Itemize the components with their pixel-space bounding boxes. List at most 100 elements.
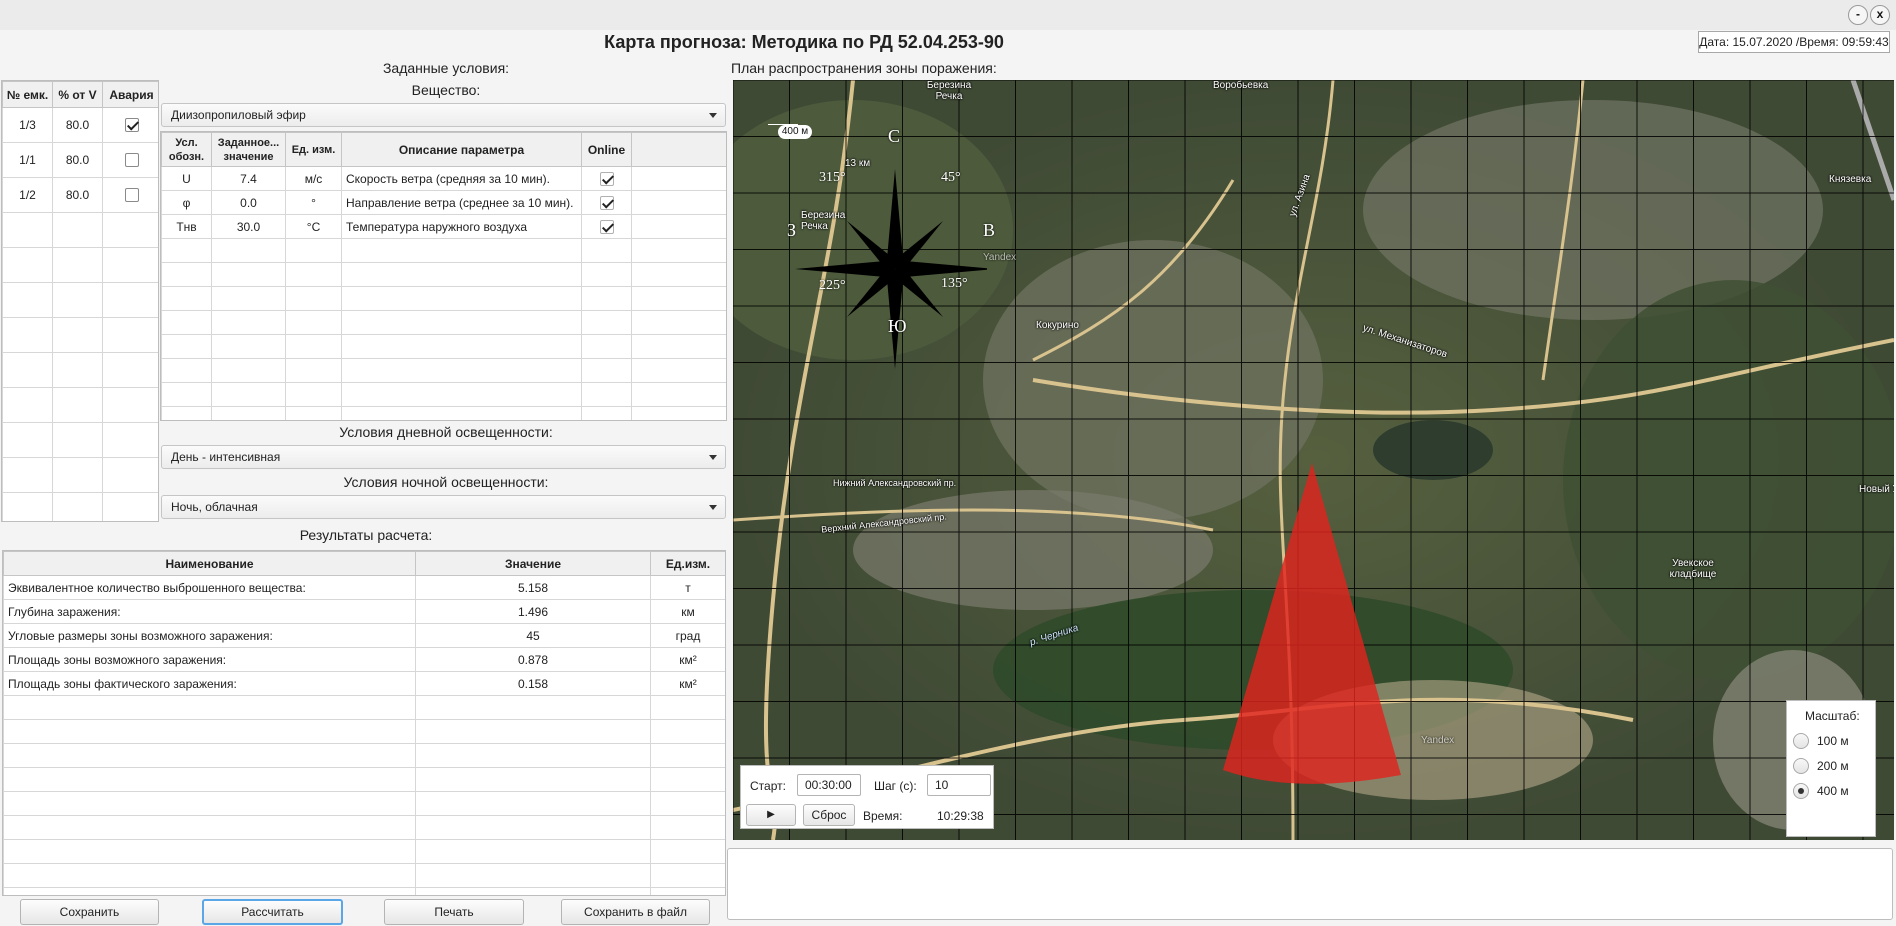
save-button[interactable]: Сохранить (20, 899, 159, 925)
empty-cell (341, 358, 582, 383)
empty-cell (2, 247, 53, 283)
table-row[interactable]: Глубина заражения: 1.496 км (3, 599, 725, 624)
tank-percent[interactable]: 80.0 (52, 142, 103, 178)
place-label: Новый Увек (1859, 484, 1894, 495)
day-conditions-select[interactable]: День - интенсивная (161, 445, 726, 469)
table-row (161, 262, 726, 287)
map-title: План распространения зоны поражения: (731, 60, 997, 76)
step-input[interactable]: 10 (927, 774, 991, 796)
substance-select[interactable]: Диизопропиловый эфир (161, 103, 726, 127)
table-row[interactable]: 1/3 80.0 (2, 107, 158, 143)
start-label: Старт: (750, 779, 786, 793)
empty-cell (211, 334, 286, 359)
table-row (2, 492, 158, 521)
table-row[interactable]: φ 0.0 ° Направление ветра (среднее за 10 ми… (161, 190, 726, 215)
print-button[interactable]: Печать (384, 899, 524, 925)
place-label: Кокурино (1036, 320, 1079, 331)
table-row[interactable]: Площадь зоны возможного заражения: 0.878 к… (3, 647, 725, 672)
day-conditions-value: День - интенсивная (171, 450, 281, 464)
empty-cell (650, 887, 725, 895)
empty-cell (415, 863, 651, 888)
column-header[interactable]: Усл. обозн. (161, 132, 212, 167)
table-row[interactable]: Эквивалентное количество выброшенного ве… (3, 575, 725, 600)
column-header[interactable]: Online (581, 132, 632, 167)
reset-button[interactable]: Сброс (803, 804, 855, 826)
empty-cell (161, 310, 212, 335)
table-row (3, 839, 725, 864)
online-checkbox[interactable] (599, 171, 614, 186)
empty-cell (650, 719, 725, 744)
place-label: Березина Речка (801, 210, 846, 232)
column-header[interactable]: % от V (52, 81, 103, 108)
empty-cell (161, 238, 212, 263)
table-row[interactable]: 1/1 80.0 (2, 142, 158, 178)
table-row[interactable]: Тнв 30.0 °С Температура наружного воздуха (161, 214, 726, 239)
param-description: Скорость ветра (средняя за 10 мин). (341, 166, 582, 191)
column-header[interactable]: Описание параметра (341, 132, 582, 167)
column-header[interactable]: Авария (102, 81, 158, 108)
table-row[interactable]: 1/2 80.0 (2, 177, 158, 213)
accident-checkbox[interactable] (124, 153, 139, 168)
empty-cell (631, 190, 726, 215)
map-view[interactable]: 400 м С Ю В З 45° 135° 225° 315° Березин… (733, 80, 1894, 840)
close-button[interactable]: x (1870, 5, 1890, 25)
empty-cell (415, 719, 651, 744)
empty-cell (52, 492, 103, 521)
compass-ne: 45° (941, 170, 961, 185)
column-header[interactable]: Значение (415, 551, 651, 576)
scale-radio-200[interactable] (1793, 758, 1809, 774)
param-value[interactable]: 0.0 (211, 190, 286, 215)
column-header[interactable]: Заданное... значение (211, 132, 286, 167)
empty-cell (285, 238, 342, 263)
table-row[interactable]: U 7.4 м/с Скорость ветра (средняя за 10 мин… (161, 166, 726, 191)
table-row[interactable]: Площадь зоны фактического заражения: 0.15… (3, 671, 725, 696)
forest-area (1563, 280, 1894, 680)
chevron-down-icon (709, 113, 717, 118)
empty-cell (211, 286, 286, 311)
table-row (2, 352, 158, 388)
tank-percent[interactable]: 80.0 (52, 107, 103, 143)
empty-cell (341, 382, 582, 407)
online-checkbox[interactable] (599, 195, 614, 210)
result-name: Площадь зоны возможного заражения: (3, 647, 416, 672)
minimize-button[interactable]: - (1848, 5, 1868, 25)
accident-checkbox[interactable] (124, 188, 139, 203)
column-header[interactable]: Ед.изм. (650, 551, 725, 576)
accident-checkbox[interactable] (124, 118, 139, 133)
empty-cell (341, 262, 582, 287)
scale-radio-100[interactable] (1793, 733, 1809, 749)
log-textarea[interactable] (727, 848, 1893, 920)
empty-cell (631, 382, 726, 407)
empty-cell (3, 815, 416, 840)
empty-cell (102, 247, 158, 283)
empty-cell (631, 214, 726, 239)
night-conditions-select[interactable]: Ночь, облачная (161, 495, 726, 519)
table-row (3, 815, 725, 840)
substance-value: Диизопропиловый эфир (171, 108, 306, 122)
result-unit: км (650, 599, 725, 624)
online-cell (581, 214, 632, 239)
table-row[interactable]: Угловые размеры зоны возможного заражени… (3, 623, 725, 648)
table-row (3, 695, 725, 720)
result-value: 5.158 (415, 575, 651, 600)
empty-cell (2, 492, 53, 521)
empty-cell (161, 406, 212, 420)
save-to-file-button[interactable]: Сохранить в файл (561, 899, 710, 925)
result-name: Эквивалентное количество выброшенного ве… (3, 575, 416, 600)
param-value[interactable]: 7.4 (211, 166, 286, 191)
empty-cell (581, 238, 632, 263)
calculate-button[interactable]: Рассчитать (202, 899, 343, 925)
tank-percent[interactable]: 80.0 (52, 177, 103, 213)
column-header[interactable]: № емк. (2, 81, 53, 108)
online-checkbox[interactable] (599, 219, 614, 234)
param-value[interactable]: 30.0 (211, 214, 286, 239)
column-header[interactable]: Ед. изм. (285, 132, 342, 167)
column-header[interactable]: Наименование (3, 551, 416, 576)
play-button[interactable]: ▶ (746, 804, 796, 826)
table-row (3, 791, 725, 816)
empty-cell (2, 317, 53, 353)
start-time-input[interactable]: 00:30:00 (797, 774, 861, 796)
empty-cell (415, 791, 651, 816)
place-label: Нижний Александровский пр. (833, 478, 957, 488)
scale-radio-400[interactable] (1793, 783, 1809, 799)
